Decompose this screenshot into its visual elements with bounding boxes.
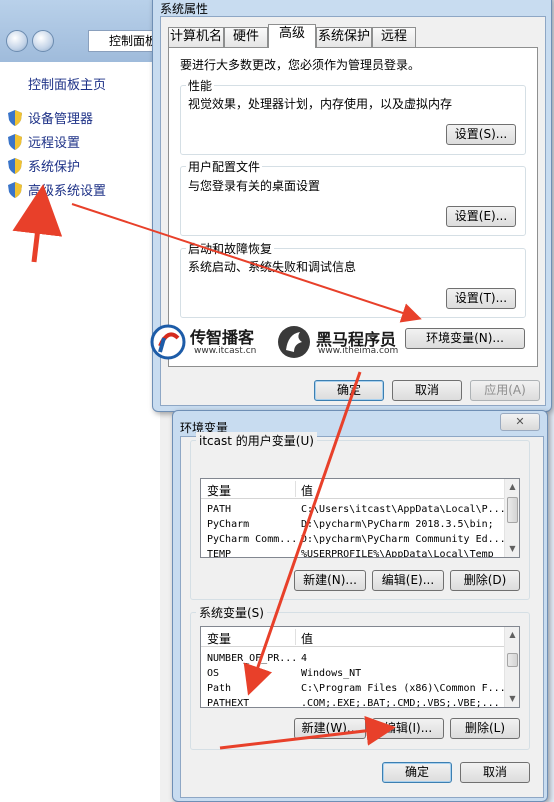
column-variable[interactable]: 变量 <box>207 482 231 499</box>
forward-button[interactable] <box>32 30 54 52</box>
shield-icon <box>8 157 22 174</box>
itcast-logo-url: www.itcast.cn <box>194 346 257 356</box>
system-properties-title: 系统属性 <box>160 2 209 16</box>
table-row[interactable]: PATHEXT .COM;.EXE;.BAT;.CMD;.VBS;.VBE;... <box>207 698 507 707</box>
environment-ok-button[interactable]: 确定 <box>382 762 452 783</box>
itheima-logo: 黑马程序员 www.itheima.com <box>276 322 406 362</box>
environment-variables-button[interactable]: 环境变量(N)... <box>405 328 525 349</box>
shield-icon <box>8 109 22 126</box>
user-variables-header: 变量 值 <box>201 479 506 499</box>
user-variables-title: itcast 的用户变量(U) <box>196 432 317 449</box>
user-new-button[interactable]: 新建(N)... <box>294 570 366 591</box>
table-row[interactable]: PyCharm Comm... D:\pycharm\PyCharm Commun… <box>207 534 507 548</box>
itheima-logo-icon <box>278 326 310 358</box>
performance-desc: 视觉效果，处理器计划，内存使用，以及虚拟内存 <box>188 97 453 111</box>
tab-remote[interactable]: 远程 <box>372 27 416 47</box>
system-variables-header: 变量 值 <box>201 627 506 647</box>
advanced-system-settings-link[interactable]: 高级系统设置 <box>8 180 106 199</box>
shield-icon <box>8 181 22 198</box>
system-variables-title: 系统变量(S) <box>196 604 267 621</box>
user-variables-list[interactable]: 变量 值 PATH C:\Users\itcast\AppData\Local\P… <box>200 478 520 558</box>
scroll-down-icon[interactable]: ▼ <box>505 691 519 706</box>
user-profiles-settings-button[interactable]: 设置(E)... <box>446 206 516 227</box>
address-bar[interactable]: 控制面板 <box>88 30 160 52</box>
system-variables-scrollbar[interactable]: ▲ ▼ <box>504 627 519 707</box>
user-variables-scrollbar[interactable]: ▲ ▼ <box>504 479 519 557</box>
tab-computer-name[interactable]: 计算机名 <box>168 27 224 47</box>
remote-settings-link[interactable]: 远程设置 <box>8 132 80 151</box>
scrollbar-thumb[interactable] <box>507 653 518 667</box>
tab-hardware[interactable]: 硬件 <box>224 27 268 47</box>
startup-desc: 系统启动、系统失败和调试信息 <box>188 260 357 274</box>
column-value[interactable]: 值 <box>301 630 313 647</box>
column-variable[interactable]: 变量 <box>207 630 231 647</box>
system-variables-list[interactable]: 变量 值 NUMBER_OF_PR... 4 OS Windows_NT Path C… <box>200 626 520 708</box>
shield-icon <box>8 133 22 150</box>
table-row[interactable]: PATH C:\Users\itcast\AppData\Local\P... <box>207 504 507 518</box>
itheima-logo-url: www.itheima.com <box>318 346 399 356</box>
startup-settings-button[interactable]: 设置(T)... <box>446 288 516 309</box>
system-edit-button[interactable]: 编辑(I)... <box>372 718 444 739</box>
scrollbar-thumb[interactable] <box>507 497 518 523</box>
control-panel-home-link[interactable]: 控制面板主页 <box>28 74 106 93</box>
user-profiles-title: 用户配置文件 <box>186 158 263 175</box>
system-delete-button[interactable]: 删除(L) <box>450 718 520 739</box>
itcast-logo-icon <box>150 324 186 360</box>
user-edit-button[interactable]: 编辑(E)... <box>372 570 444 591</box>
system-properties-cancel-button[interactable]: 取消 <box>392 380 462 401</box>
system-protection-link[interactable]: 系统保护 <box>8 156 80 175</box>
system-properties-apply-button[interactable]: 应用(A) <box>470 380 540 401</box>
close-button[interactable]: ✕ <box>500 413 540 431</box>
table-row[interactable]: NUMBER_OF_PR... 4 <box>207 653 507 667</box>
itcast-logo: 传智播客 www.itcast.cn <box>150 322 274 362</box>
column-value[interactable]: 值 <box>301 482 313 499</box>
scroll-down-icon[interactable]: ▼ <box>505 541 519 556</box>
tab-system-protection[interactable]: 系统保护 <box>316 27 372 47</box>
performance-settings-button[interactable]: 设置(S)... <box>446 124 516 145</box>
scroll-up-icon[interactable]: ▲ <box>505 627 519 642</box>
column-divider <box>295 481 296 497</box>
admin-note: 要进行大多数更改，您必须作为管理员登录。 <box>180 58 421 72</box>
close-icon: ✕ <box>515 415 525 428</box>
system-new-button[interactable]: 新建(W)... <box>294 718 366 739</box>
table-row[interactable]: OS Windows_NT <box>207 668 507 682</box>
tab-advanced[interactable]: 高级 <box>268 24 316 48</box>
table-row[interactable]: PyCharm D:\pycharm\PyCharm 2018.3.5\bin; <box>207 519 507 533</box>
startup-title: 启动和故障恢复 <box>186 240 275 257</box>
address-text: 控制面板 <box>109 34 158 48</box>
user-delete-button[interactable]: 删除(D) <box>450 570 520 591</box>
itcast-logo-name: 传智播客 <box>190 328 255 347</box>
scroll-up-icon[interactable]: ▲ <box>505 479 519 494</box>
back-button[interactable] <box>6 30 28 52</box>
performance-title: 性能 <box>186 77 215 94</box>
column-divider <box>295 629 296 645</box>
environment-cancel-button[interactable]: 取消 <box>460 762 530 783</box>
user-profiles-desc: 与您登录有关的桌面设置 <box>188 179 321 193</box>
system-properties-ok-button[interactable]: 确定 <box>314 380 384 401</box>
table-row[interactable]: Path C:\Program Files (x86)\Common F... <box>207 683 507 697</box>
table-row[interactable]: TEMP %USERPROFILE%\AppData\Local\Temp <box>207 549 507 557</box>
device-manager-link[interactable]: 设备管理器 <box>8 108 93 127</box>
